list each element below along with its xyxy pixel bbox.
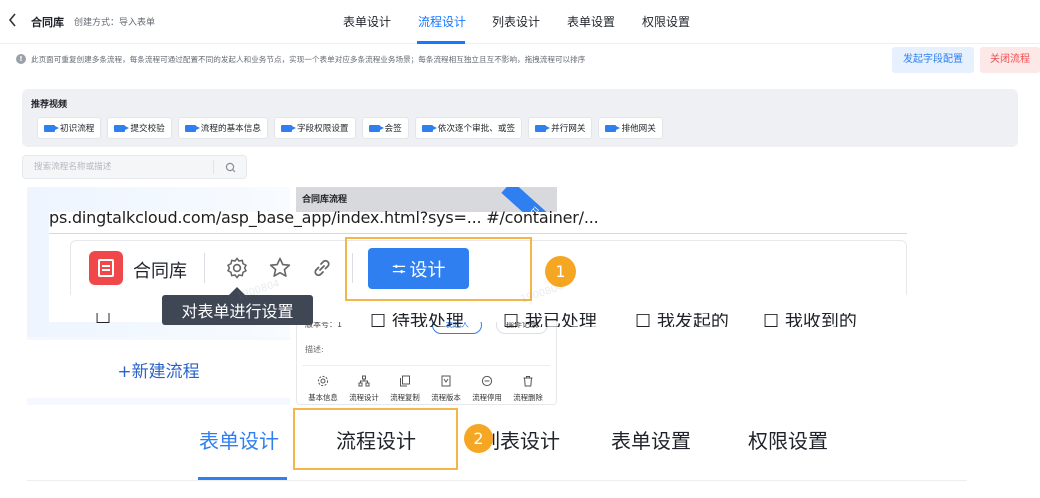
gear-icon — [317, 375, 329, 387]
tabbar-divider — [27, 480, 967, 481]
step-2-highlight-box — [293, 408, 458, 470]
video-chip[interactable]: 依次逐个审批、或签 — [414, 117, 523, 139]
stop-icon — [481, 375, 493, 387]
video-chip-label: 会签 — [384, 124, 402, 134]
tab-permission-settings[interactable]: 权限设置 — [642, 13, 690, 30]
search-divider — [213, 160, 214, 174]
close-flow-button[interactable]: 关闭流程 — [980, 47, 1040, 73]
filter-label: ☐ 我已处理 — [503, 313, 597, 327]
video-camera-icon — [114, 124, 130, 132]
copy-icon — [400, 375, 410, 387]
top-header: 合同库 创建方式：导入表单 表单设计 流程设计 列表设计 表单设置 权限设置 — [0, 0, 1040, 44]
video-camera-icon — [535, 124, 551, 132]
tab-flow-design[interactable]: 流程设计 — [418, 13, 466, 30]
info-icon: ! — [16, 54, 26, 64]
action-label: 流程停用 — [472, 393, 502, 402]
link-icon — [310, 256, 334, 284]
video-chip[interactable]: 流程的基本信息 — [177, 117, 268, 139]
flow-card-title: 合同库流程 — [302, 195, 348, 205]
filter-label: ☐ 我发起的 — [635, 313, 729, 327]
video-chip[interactable]: 排他网关 — [598, 117, 663, 139]
settings-gear-icon — [225, 256, 249, 284]
flow-delete-action[interactable]: 流程删除 — [507, 375, 549, 403]
filter-label: ☐ 我收到的 — [763, 313, 857, 327]
video-chip-label: 流程的基本信息 — [200, 124, 261, 134]
action-label: 流程删除 — [513, 393, 543, 402]
tab-form-design[interactable]: 表单设计 — [343, 13, 391, 30]
video-chip[interactable]: 字段权限设置 — [273, 117, 356, 139]
video-chip-label: 依次逐个审批、或签 — [437, 124, 516, 134]
create-method-label: 创建方式：导入表单 — [74, 18, 156, 28]
overlay-tab-form-settings: 表单设置 — [611, 429, 691, 453]
browser-url-text: ps.dingtalkcloud.com/asp_base_app/index.… — [49, 208, 599, 227]
tab-list-design[interactable]: 列表设计 — [492, 13, 540, 30]
checkbox-icon: ☐ — [95, 313, 112, 327]
video-chip-label: 排他网关 — [621, 124, 656, 134]
recommended-videos-title: 推荐视频 — [31, 100, 68, 110]
flow-copy-action[interactable]: 流程复制 — [384, 375, 426, 403]
video-chip[interactable]: 并行网关 — [528, 117, 593, 139]
chevron-left-icon — [8, 13, 16, 27]
step-1-highlight-box — [345, 237, 532, 301]
overlay-tab-permission-settings: 权限设置 — [748, 429, 828, 453]
screenshot-app-title: 合同库 — [133, 261, 187, 282]
video-camera-icon — [184, 124, 200, 132]
video-chip[interactable]: 初识流程 — [37, 117, 102, 139]
video-camera-icon — [280, 124, 296, 132]
toolbar-separator — [204, 253, 205, 283]
search-icon[interactable] — [224, 160, 238, 174]
overlay-tab-form-design: 表单设计 — [199, 429, 279, 453]
field-config-button[interactable]: 发起字段配置 — [892, 47, 974, 73]
flow-version-action[interactable]: 流程版本 — [425, 375, 467, 403]
flow-disable-action[interactable]: 流程停用 — [466, 375, 508, 403]
video-chip[interactable]: 提交校验 — [107, 117, 172, 139]
video-chip-list: 初识流程 提交校验 流程的基本信息 字段权限设置 会签 依次逐个审批、或签 并行… — [37, 117, 663, 139]
notice-bar: ! 此页面可重复创建多条流程，每条流程可通过配置不同的发起人和业务节点，实现一个… — [0, 44, 1040, 74]
video-chip-label: 初识流程 — [60, 124, 95, 134]
app-title: 合同库 — [31, 16, 64, 29]
action-label: 基本信息 — [308, 393, 338, 402]
video-chip-label: 并行网关 — [551, 124, 586, 134]
video-camera-icon — [605, 124, 621, 132]
video-chip[interactable]: 会签 — [361, 117, 409, 139]
version-icon — [441, 375, 451, 387]
overlay-active-tab-indicator — [198, 477, 287, 480]
tab-form-settings[interactable]: 表单设置 — [567, 13, 615, 30]
action-label: 流程版本 — [431, 393, 461, 402]
video-camera-icon — [44, 124, 59, 132]
new-flow-button[interactable]: +新建流程 — [27, 340, 290, 398]
screenshot-divider — [49, 233, 907, 234]
card-divider — [302, 365, 550, 366]
video-camera-icon — [421, 124, 437, 132]
notice-text: 此页面可重复创建多条流程，每条流程可通过配置不同的发起人和业务节点，实现一个表单… — [31, 55, 586, 64]
video-chip-label: 字段权限设置 — [296, 124, 349, 134]
action-label: 流程复制 — [390, 393, 420, 402]
filter-label: ☐ 待我处理 — [370, 313, 464, 327]
video-camera-icon — [368, 124, 384, 132]
search-box — [22, 155, 247, 179]
search-input[interactable] — [23, 156, 213, 178]
basic-info-action[interactable]: 基本信息 — [302, 375, 344, 403]
step-2-badge: 2 — [464, 424, 493, 453]
flow-design-action[interactable]: 流程设计 — [343, 375, 385, 403]
back-button[interactable] — [8, 12, 22, 32]
action-label: 流程设计 — [349, 393, 379, 402]
flow-description: 描述: — [305, 345, 324, 354]
flow-icon — [358, 375, 370, 387]
video-chip-label: 提交校验 — [130, 124, 165, 134]
document-logo-icon — [89, 251, 123, 285]
trash-icon — [523, 376, 533, 387]
